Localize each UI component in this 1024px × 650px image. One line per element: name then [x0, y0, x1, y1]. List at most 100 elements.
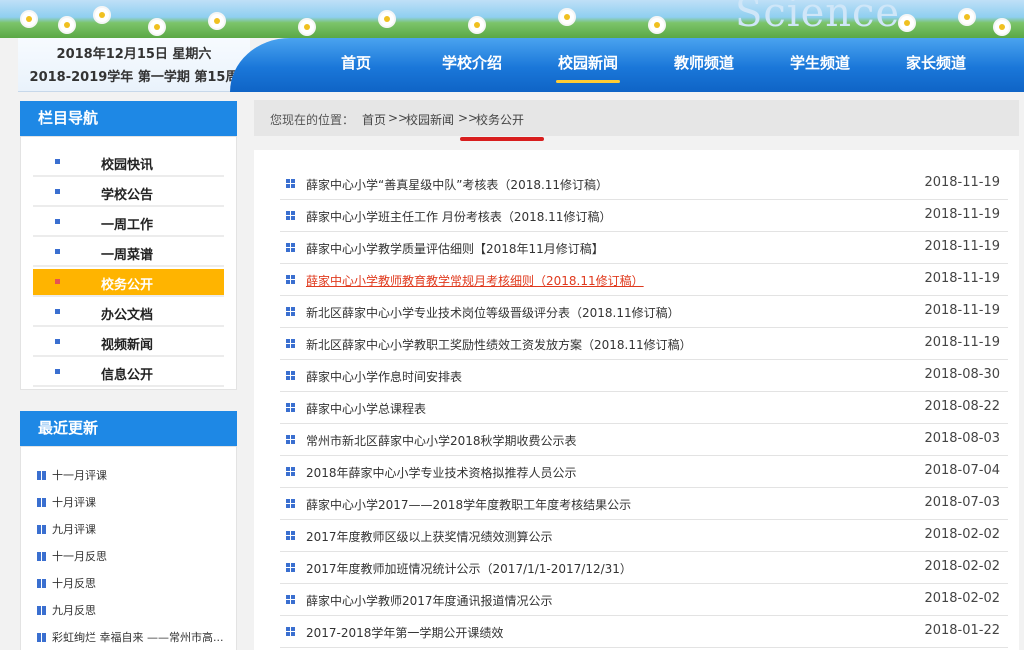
flower-banner: Science — [0, 0, 1024, 38]
article-row[interactable]: 薛家中心小学作息时间安排表 2018-08-30 — [280, 360, 1008, 392]
article-title[interactable]: 薛家中心小学教学质量评估细则【2018年11月修订稿】 — [306, 240, 604, 257]
sidebar-item-video-news[interactable]: 视频新闻 — [33, 329, 224, 357]
recent-item[interactable]: 彩虹绚烂 幸福自来 ——常州市高... — [37, 629, 233, 645]
article-row[interactable]: 薛家中心小学教师2017年度通讯报道情况公示 2018-02-02 — [280, 584, 1008, 616]
sidebar-item-label: 校务公开 — [101, 278, 154, 293]
article-title[interactable]: 薛家中心小学教师2017年度通讯报道情况公示 — [306, 592, 553, 609]
article-date: 2018-11-19 — [924, 239, 1000, 254]
sidebar-item-school-notice[interactable]: 学校公告 — [33, 179, 224, 207]
article-row[interactable]: 薛家中心小学教师教育教学常规月考核细则（2018.11修订稿） 2018-11-1… — [280, 264, 1008, 296]
daisy-icon — [380, 12, 394, 26]
daisy-icon — [560, 10, 574, 24]
article-date: 2018-11-19 — [924, 303, 1000, 318]
article-title[interactable]: 新北区薛家中心小学专业技术岗位等级晋级评分表（2018.11修订稿） — [306, 304, 680, 321]
daisy-icon — [470, 18, 484, 32]
daisy-icon — [650, 18, 664, 32]
article-title[interactable]: 薛家中心小学2017——2018学年度教职工年度考核结果公示 — [306, 496, 631, 513]
daisy-icon — [995, 20, 1009, 34]
term-week: 2018-2019学年 第一学期 第15周 — [29, 70, 239, 85]
article-row[interactable]: 2017年度教师加班情况统计公示（2017/1/1-2017/12/31） 201… — [280, 552, 1008, 584]
article-date: 2018-11-19 — [924, 335, 1000, 350]
article-row[interactable]: 薛家中心小学班主任工作 月份考核表（2018.11修订稿） 2018-11-19 — [280, 200, 1008, 232]
article-date: 2018-02-02 — [924, 591, 1000, 606]
article-date: 2018-07-03 — [924, 495, 1000, 510]
article-title[interactable]: 薛家中心小学“善真星级中队”考核表（2018.11修订稿） — [306, 176, 608, 193]
current-date: 2018年12月15日 星期六 — [56, 47, 212, 62]
sidebar-item-office-docs[interactable]: 办公文档 — [33, 299, 224, 327]
recent-item[interactable]: 十月评课 — [37, 494, 233, 510]
nav-teacher-channel[interactable]: 教师频道 — [654, 52, 754, 73]
article-row[interactable]: 薛家中心小学总课程表 2018-08-22 — [280, 392, 1008, 424]
article-title[interactable]: 新北区薛家中心小学教职工奖励性绩效工资发放方案（2018.11修订稿） — [306, 336, 692, 353]
date-info: 2018年12月15日 星期六 2018-2019学年 第一学期 第15周 — [18, 38, 250, 92]
sidebar-item-info-disclosure[interactable]: 信息公开 — [33, 359, 224, 387]
daisy-icon — [900, 16, 914, 30]
sidebar-item-school-affairs[interactable]: 校务公开 — [33, 269, 224, 297]
article-list: 薛家中心小学“善真星级中队”考核表（2018.11修订稿） 2018-11-19 … — [254, 150, 1019, 650]
nav-school-intro[interactable]: 学校介绍 — [422, 52, 522, 73]
article-row[interactable]: 新北区薛家中心小学教职工奖励性绩效工资发放方案（2018.11修订稿） 2018-… — [280, 328, 1008, 360]
article-title[interactable]: 薛家中心小学作息时间安排表 — [306, 368, 462, 385]
nav-campus-news[interactable]: 校园新闻 — [538, 52, 638, 83]
recent-item[interactable]: 九月评课 — [37, 521, 233, 537]
daisy-icon — [960, 10, 974, 24]
daisy-icon — [300, 20, 314, 34]
article-date: 2018-02-02 — [924, 559, 1000, 574]
sidebar-item-label: 学校公告 — [101, 188, 154, 203]
article-title[interactable]: 常州市新北区薛家中心小学2018秋学期收费公示表 — [306, 432, 577, 449]
nav-parent-channel[interactable]: 家长频道 — [886, 52, 986, 73]
page-root: Science 2018年12月15日 星期六 2018-2019学年 第一学期… — [0, 0, 1024, 650]
breadcrumb-home[interactable]: 首页 — [362, 111, 386, 128]
grid-bullet-icon — [286, 275, 295, 284]
article-row[interactable]: 2018年薛家中心小学专业技术资格拟推荐人员公示 2018-07-04 — [280, 456, 1008, 488]
grid-bullet-icon — [37, 498, 46, 507]
article-row[interactable]: 薛家中心小学教学质量评估细则【2018年11月修订稿】 2018-11-19 — [280, 232, 1008, 264]
sidebar-item-label: 一周菜谱 — [101, 248, 154, 263]
article-title[interactable]: 2017-2018学年第一学期公开课绩效 — [306, 624, 503, 641]
article-date: 2018-08-30 — [924, 367, 1000, 382]
nav-student-channel[interactable]: 学生频道 — [770, 52, 870, 73]
sidebar-item-weekly-menu[interactable]: 一周菜谱 — [33, 239, 224, 267]
sidebar-item-weekly-work[interactable]: 一周工作 — [33, 209, 224, 237]
grid-bullet-icon — [286, 435, 295, 444]
breadcrumb-campus-news[interactable]: 校园新闻 — [406, 111, 454, 128]
article-title[interactable]: 2018年薛家中心小学专业技术资格拟推荐人员公示 — [306, 464, 577, 481]
article-title[interactable]: 薛家中心小学总课程表 — [306, 400, 426, 417]
bullet-icon — [55, 219, 60, 224]
daisy-icon — [60, 18, 74, 32]
recent-item[interactable]: 十一月反思 — [37, 548, 233, 564]
main-nav: 首页 学校介绍 校园新闻 教师频道 学生频道 家长频道 — [230, 38, 1024, 92]
sidebar-item-campus-flash[interactable]: 校园快讯 — [33, 149, 224, 177]
recent-item[interactable]: 十一月评课 — [37, 467, 233, 483]
grid-bullet-icon — [37, 552, 46, 561]
breadcrumb: 您现在的位置： 首页 >> 校园新闻 >> 校务公开 — [254, 100, 1019, 136]
article-row[interactable]: 常州市新北区薛家中心小学2018秋学期收费公示表 2018-08-03 — [280, 424, 1008, 456]
article-row[interactable]: 薛家中心小学2017——2018学年度教职工年度考核结果公示 2018-07-03 — [280, 488, 1008, 520]
daisy-icon — [210, 14, 224, 28]
grid-bullet-icon — [286, 531, 295, 540]
article-date: 2018-02-02 — [924, 527, 1000, 542]
breadcrumb-current[interactable]: 校务公开 — [476, 111, 524, 128]
breadcrumb-label: 您现在的位置： — [270, 113, 355, 127]
article-row[interactable]: 新北区薛家中心小学专业技术岗位等级晋级评分表（2018.11修订稿） 2018-1… — [280, 296, 1008, 328]
recent-item[interactable]: 十月反思 — [37, 575, 233, 591]
article-row[interactable]: 薛家中心小学“善真星级中队”考核表（2018.11修订稿） 2018-11-19 — [280, 168, 1008, 200]
article-date: 2018-11-19 — [924, 207, 1000, 222]
recent-item[interactable]: 九月反思 — [37, 602, 233, 618]
nav-home[interactable]: 首页 — [306, 52, 406, 73]
article-title[interactable]: 薛家中心小学教师教育教学常规月考核细则（2018.11修订稿） — [306, 272, 644, 289]
article-title[interactable]: 2017年度教师区级以上获奖情况绩效测算公示 — [306, 528, 553, 545]
grid-bullet-icon — [37, 525, 46, 534]
sidebar-item-label: 校园快讯 — [101, 158, 154, 173]
article-row[interactable]: 2017-2018学年第一学期公开课绩效 2018-01-22 — [280, 616, 1008, 648]
article-row[interactable]: 2017年度教师区级以上获奖情况绩效测算公示 2018-02-02 — [280, 520, 1008, 552]
grid-bullet-icon — [286, 563, 295, 572]
bullet-icon — [55, 339, 60, 344]
grid-bullet-icon — [286, 371, 295, 380]
article-date: 2018-11-19 — [924, 271, 1000, 286]
column-nav-title: 栏目导航 — [20, 101, 237, 136]
article-title[interactable]: 薛家中心小学班主任工作 月份考核表（2018.11修订稿） — [306, 208, 611, 225]
recent-updates-title: 最近更新 — [20, 411, 237, 446]
article-title[interactable]: 2017年度教师加班情况统计公示（2017/1/1-2017/12/31） — [306, 560, 632, 577]
grid-bullet-icon — [37, 471, 46, 480]
